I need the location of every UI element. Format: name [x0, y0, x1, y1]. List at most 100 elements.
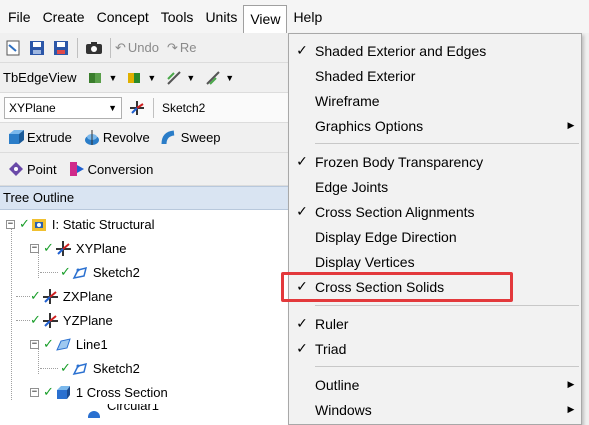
menu-tools[interactable]: Tools	[155, 5, 200, 29]
menu-item-frozen-body-transparency[interactable]: ✓ Frozen Body Transparency	[289, 149, 581, 174]
point-label: Point	[27, 161, 57, 177]
chevron-down-icon[interactable]: ▼	[147, 73, 156, 83]
menu-item-ruler[interactable]: ✓ Ruler	[289, 311, 581, 336]
tree-node-line1[interactable]: − ✓ Line1	[6, 332, 108, 356]
check-icon: ✓	[43, 336, 54, 351]
tree-node-label: ZXPlane	[62, 288, 113, 304]
menu-separator	[315, 143, 579, 144]
extrude-button[interactable]: Extrude	[4, 129, 72, 147]
check-icon: ✓	[296, 42, 308, 58]
revolve-button[interactable]: Revolve	[80, 129, 150, 147]
sketch-toolbar: XYPlane ▼ Sketch2	[0, 93, 300, 123]
conversion-button[interactable]: Conversion	[65, 160, 154, 178]
undo-icon: ↶	[115, 39, 126, 55]
menu-item-label: Display Vertices	[315, 253, 415, 270]
save-icon[interactable]	[28, 39, 46, 57]
collapse-icon[interactable]: −	[30, 243, 39, 253]
menu-create[interactable]: Create	[37, 5, 91, 29]
line-thickness-icon[interactable]	[165, 69, 183, 87]
tree-node-cross-section[interactable]: − ✓ 1 Cross Section	[30, 380, 168, 404]
redo-button[interactable]: ↷ Re	[167, 40, 197, 56]
sketch-select[interactable]: Sketch2	[158, 97, 254, 119]
menu-file[interactable]: File	[2, 5, 37, 29]
menu-separator	[315, 305, 579, 306]
new-plane-icon[interactable]	[128, 99, 146, 117]
tree-node-label: I: Static Structural	[51, 216, 155, 232]
tree-connector	[40, 272, 58, 273]
menu-item-shaded-exterior[interactable]: Shaded Exterior	[289, 63, 581, 88]
tree-connector	[16, 320, 30, 321]
check-icon: ✓	[30, 288, 41, 303]
edge-style-icon[interactable]	[126, 69, 144, 87]
save-as-icon[interactable]	[52, 39, 70, 57]
collapse-icon[interactable]: −	[30, 339, 39, 349]
tree-node-label: Circular1	[107, 404, 160, 413]
check-icon: ✓	[296, 203, 308, 219]
menu-item-label: Shaded Exterior	[315, 67, 416, 84]
menu-view[interactable]: View	[243, 5, 288, 33]
standard-toolbar: ↶ Undo ↷ Re	[0, 33, 300, 63]
tree-node-static-structural[interactable]: − ✓ I: Static Structural	[6, 212, 155, 236]
tree-node-xyplane[interactable]: − ✓ XYPlane	[30, 236, 127, 260]
point-button[interactable]: Point	[4, 160, 57, 178]
menu-item-label: Windows	[315, 401, 372, 418]
annotation-highlight-box	[281, 272, 513, 302]
collapse-icon[interactable]: −	[6, 219, 15, 229]
menu-item-graphics-options[interactable]: Graphics Options ▶	[289, 113, 581, 138]
menu-item-label: Triad	[315, 340, 347, 357]
menu-item-shaded-exterior-edges[interactable]: ✓ Shaded Exterior and Edges	[289, 38, 581, 63]
menu-item-display-edge-direction[interactable]: Display Edge Direction	[289, 224, 581, 249]
plane-select[interactable]: XYPlane ▼	[4, 96, 122, 119]
menu-item-label: Graphics Options	[315, 117, 424, 134]
chevron-down-icon: ▼	[108, 102, 117, 113]
tree-node-circular1[interactable]: Circular1	[86, 404, 159, 418]
submenu-arrow-icon: ▶	[567, 120, 575, 130]
new-file-icon[interactable]	[4, 39, 22, 57]
chevron-down-icon[interactable]: ▼	[108, 73, 117, 83]
line-body-icon	[55, 336, 72, 353]
redo-label: Re	[179, 40, 197, 55]
menu-units[interactable]: Units	[199, 5, 243, 29]
tree-node-label: 1 Cross Section	[75, 384, 168, 400]
check-icon: ✓	[43, 240, 54, 255]
menu-item-label: Edge Joints	[315, 178, 389, 195]
menu-item-triad[interactable]: ✓ Triad	[289, 336, 581, 361]
menu-concept[interactable]: Concept	[91, 5, 155, 29]
undo-button[interactable]: ↶ Undo	[115, 40, 159, 56]
menu-item-wireframe[interactable]: Wireframe	[289, 88, 581, 113]
check-icon: ✓	[296, 153, 308, 169]
menu-item-label: Shaded Exterior and Edges	[315, 42, 487, 59]
menu-item-edge-joints[interactable]: Edge Joints	[289, 174, 581, 199]
edge-color-icon[interactable]	[87, 69, 105, 87]
menu-help[interactable]: Help	[287, 5, 328, 29]
camera-icon[interactable]	[85, 39, 103, 57]
check-icon: ✓	[43, 384, 54, 399]
sweep-button[interactable]: Sweep	[158, 129, 221, 147]
tree-node-yzplane[interactable]: ✓ YZPlane	[30, 308, 113, 332]
extrude-label: Extrude	[27, 130, 72, 145]
menu-item-windows[interactable]: Windows ▶	[289, 397, 581, 422]
menu-item-outline[interactable]: Outline ▶	[289, 372, 581, 397]
check-icon: ✓	[60, 264, 71, 279]
toolbar-separator	[153, 97, 154, 118]
menu-item-label: Ruler	[315, 315, 349, 332]
sketch-icon	[72, 264, 89, 281]
tree-node-sketch2[interactable]: ✓ Sketch2	[60, 356, 140, 380]
menu-item-display-vertices[interactable]: Display Vertices	[289, 249, 581, 274]
point-icon	[7, 160, 25, 178]
submenu-arrow-icon: ▶	[567, 404, 575, 414]
circle-section-icon	[86, 404, 103, 418]
tree-outline-header: Tree Outline	[0, 186, 300, 210]
menu-item-cross-section-alignments[interactable]: ✓ Cross Section Alignments	[289, 199, 581, 224]
tree-node-sketch2[interactable]: ✓ Sketch2	[60, 260, 140, 284]
collapse-icon[interactable]: −	[30, 387, 39, 397]
tree-node-zxplane[interactable]: ✓ ZXPlane	[30, 284, 113, 308]
check-icon: ✓	[296, 340, 308, 356]
sweep-label: Sweep	[180, 130, 221, 145]
chevron-down-icon[interactable]: ▼	[225, 73, 234, 83]
revolve-label: Revolve	[102, 130, 150, 145]
revolve-icon	[83, 129, 101, 147]
conversion-label: Conversion	[87, 161, 154, 177]
edge-direction-icon[interactable]	[204, 69, 222, 87]
chevron-down-icon[interactable]: ▼	[186, 73, 195, 83]
